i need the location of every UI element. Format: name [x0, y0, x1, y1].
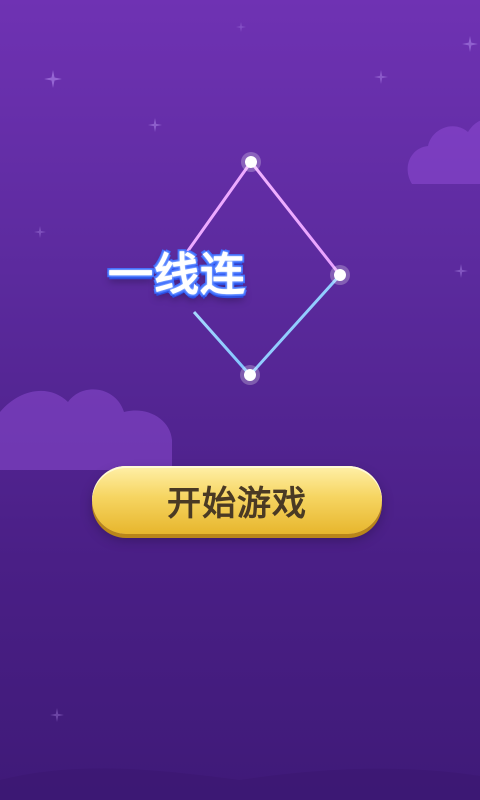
logo-diamond — [183, 152, 350, 385]
node-glow — [240, 365, 260, 385]
start-game-button[interactable]: 开始游戏 — [92, 466, 382, 534]
game-start-screen: 一线连 开始游戏 — [0, 0, 480, 800]
node-glow — [330, 265, 350, 285]
node-glow — [241, 152, 261, 172]
game-title: 一线连 — [108, 248, 247, 301]
start-game-label: 开始游戏 — [167, 483, 307, 524]
logo-line — [192, 311, 252, 376]
